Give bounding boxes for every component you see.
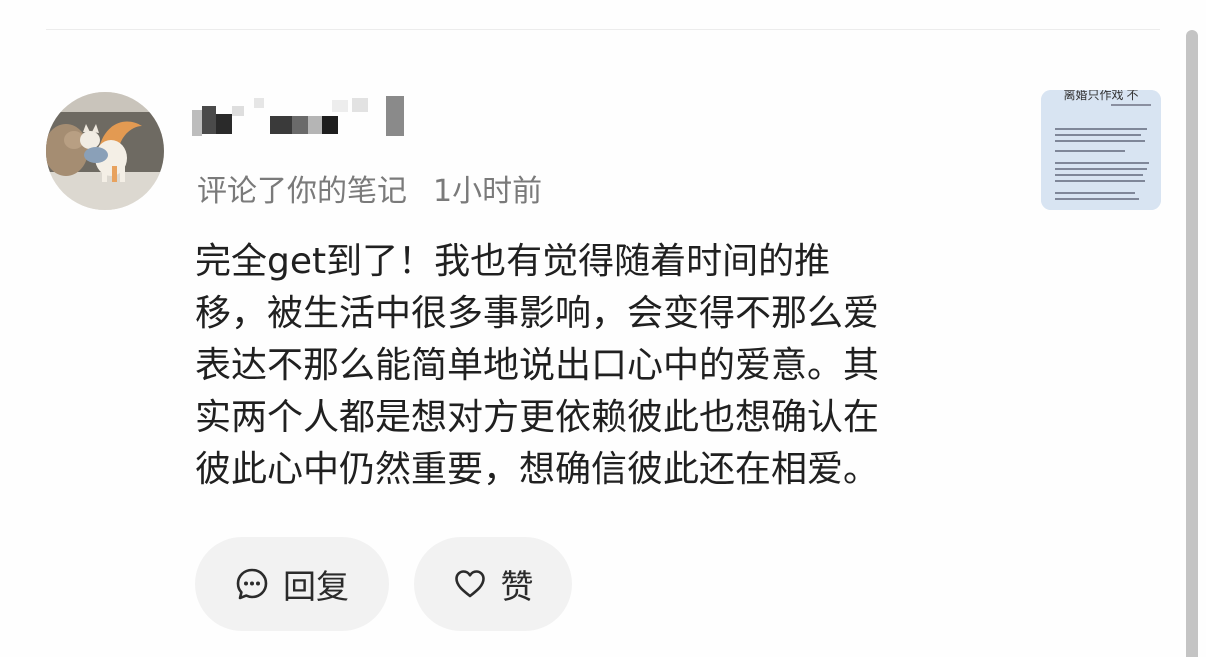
note-thumbnail[interactable]: 离婚只作戏 不	[1041, 90, 1161, 210]
notification-meta: 评论了你的笔记 1小时前	[197, 166, 542, 210]
scrollbar[interactable]	[1186, 30, 1198, 657]
reply-label: 回复	[283, 567, 349, 606]
comment-bubble-icon	[235, 567, 269, 601]
comment-line: 彼此心中仍然重要，想确信彼此还在相爱。	[195, 449, 880, 490]
cat-photo	[46, 92, 164, 210]
like-button[interactable]: 赞	[414, 537, 572, 631]
reply-button[interactable]: 回复	[195, 537, 389, 631]
note-thumbnail-image: 离婚只作戏 不	[1041, 90, 1161, 210]
top-divider	[46, 29, 1160, 30]
comment-line: 移，被生活中很多事影响，会变得不那么爱	[195, 293, 880, 334]
like-label: 赞	[500, 567, 534, 606]
timestamp: 1小时前	[433, 174, 543, 209]
avatar[interactable]	[46, 92, 164, 210]
thumbnail-header-text: 离婚只作戏 不	[1063, 90, 1138, 102]
heart-icon	[453, 567, 487, 601]
comment-line: 完全get到了！我也有觉得随着时间的推	[195, 241, 831, 282]
action-text: 评论了你的笔记	[197, 174, 407, 209]
notification-page: 评论了你的笔记 1小时前 完全get到了！我也有觉得随着时间的推 移，被生活中很…	[0, 0, 1206, 657]
comment-text[interactable]: 完全get到了！我也有觉得随着时间的推 移，被生活中很多事影响，会变得不那么爱 …	[195, 236, 995, 496]
comment-line: 实两个人都是想对方更依赖彼此也想确认在	[195, 397, 880, 438]
username-blurred[interactable]	[192, 96, 412, 136]
comment-line: 表达不那么能简单地说出口心中的爱意。其	[195, 345, 880, 386]
